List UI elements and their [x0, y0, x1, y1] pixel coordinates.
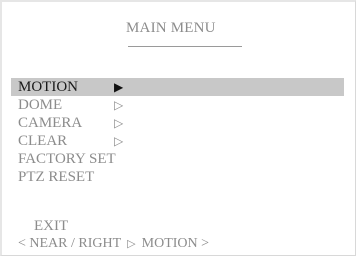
menu-item-ptz-reset[interactable]: PTZ RESET — [11, 168, 344, 186]
menu-title: MAIN MENU — [126, 20, 216, 36]
menu-item-factory-set[interactable]: FACTORY SET — [11, 150, 344, 168]
submenu-arrow-icon: ▶ — [114, 80, 124, 94]
menu-item-motion[interactable]: MOTION ▶ — [11, 78, 344, 96]
status-hint-left: < NEAR / RIGHT — [18, 236, 122, 251]
menu-item-camera[interactable]: CAMERA ▷ — [11, 114, 344, 132]
menu-item-label: CAMERA — [18, 115, 83, 131]
menu-item-label: MOTION — [18, 79, 78, 95]
main-menu-list: MOTION ▶ DOME ▷ CAMERA ▷ CLEAR ▷ FACTORY… — [11, 78, 344, 186]
title-underline — [128, 46, 242, 47]
submenu-arrow-icon: ▷ — [114, 98, 124, 112]
menu-item-label: CLEAR — [18, 133, 68, 149]
submenu-arrow-icon: ▷ — [114, 134, 124, 148]
status-hint-bar: < NEAR / RIGHT ▷ MOTION > — [18, 236, 209, 252]
status-hint-right: MOTION > — [141, 236, 210, 251]
menu-item-clear[interactable]: CLEAR ▷ — [11, 132, 344, 150]
status-arrow-icon: ▷ — [127, 238, 136, 250]
submenu-arrow-icon: ▷ — [114, 116, 124, 130]
menu-item-label: PTZ RESET — [18, 169, 95, 185]
menu-item-dome[interactable]: DOME ▷ — [11, 96, 344, 114]
menu-item-label: FACTORY SET — [18, 151, 116, 167]
menu-item-label: DOME — [18, 97, 63, 113]
exit-menu-item[interactable]: EXIT — [34, 218, 68, 235]
